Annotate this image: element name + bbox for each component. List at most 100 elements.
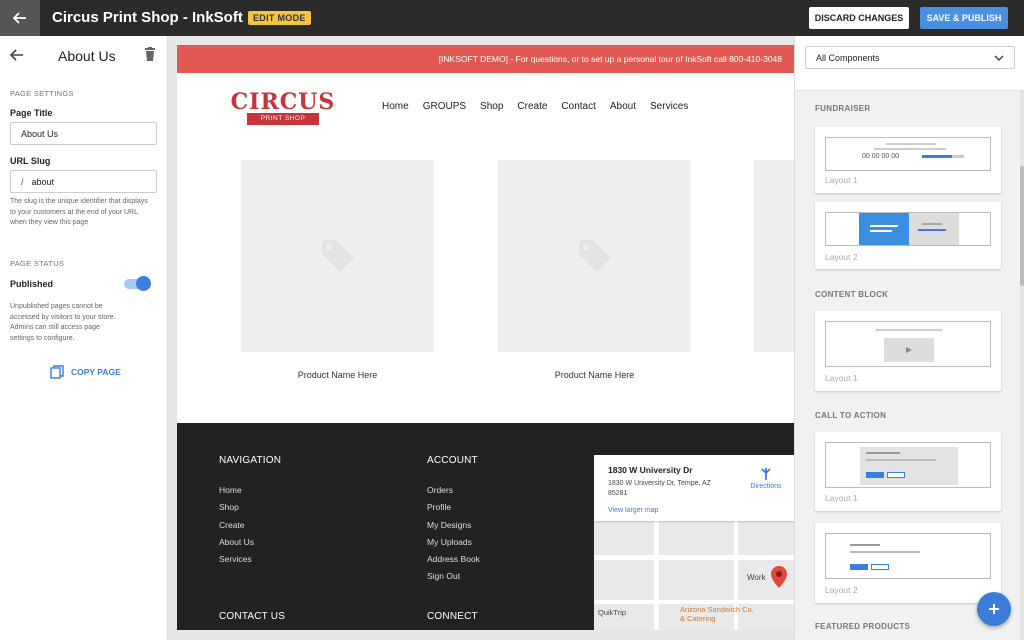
copy-page-button[interactable]: COPY PAGE [50,365,121,379]
demo-banner-text: [INKSOFT DEMO] - For questions, or to se… [438,54,782,64]
product-name[interactable]: Product Name Here [241,370,434,380]
published-toggle[interactable] [124,276,151,291]
nav-contact[interactable]: Contact [561,101,595,112]
footer-navigation-list: Home Shop Create About Us Services [219,485,254,571]
store-nav: Home GROUPS Shop Create Contact About Se… [382,101,688,112]
footer-account-heading: ACCOUNT [427,455,478,466]
directions-label: Directions [750,483,782,490]
component-layout-label: Layout 1 [825,373,858,383]
edit-mode-badge: EDIT MODE [248,11,311,25]
tag-icon [321,240,354,272]
countdown-text: 00 00 00 00 [862,153,899,160]
embedded-map[interactable]: 1830 W University Dr 1830 W University D… [594,455,794,630]
component-card[interactable]: 00 00 00 00 Layout 1 [815,127,1001,193]
map-pin-icon [771,566,787,588]
components-select-value: All Components [816,52,880,63]
copy-icon [50,365,64,379]
component-layout-label: Layout 1 [825,493,858,503]
page-settings-panel: About Us PAGE SETTINGS Page Title About … [0,36,168,640]
map-road [654,521,659,630]
product-name[interactable]: Product Name Here [498,370,691,380]
category-heading: FUNDRAISER [815,104,871,113]
footer-link[interactable]: Services [219,554,254,571]
product-image-placeholder[interactable] [498,160,691,352]
play-icon [906,347,912,353]
nav-home[interactable]: Home [382,101,409,112]
component-card[interactable]: Layout 1 [815,311,1001,391]
component-layout-label: Layout 1 [825,175,858,185]
component-thumbnail [825,533,991,579]
nav-about[interactable]: About [610,101,636,112]
footer-link[interactable]: My Uploads [427,537,480,554]
url-slug-value: about [31,176,55,187]
arrow-left-icon [13,12,26,24]
add-component-button[interactable] [977,592,1011,626]
footer-link[interactable]: Sign Out [427,571,480,588]
page-preview-canvas: [INKSOFT DEMO] - For questions, or to se… [177,45,794,630]
footer-link[interactable]: Create [219,520,254,537]
view-larger-map-link[interactable]: View larger map [608,507,658,514]
category-heading: FEATURED PRODUCTS [815,622,911,631]
map-directions-link[interactable]: Directions [746,467,786,490]
footer-link[interactable]: Orders [427,485,480,502]
components-panel: All Components FUNDRAISER 00 00 00 00 La… [794,36,1024,640]
page-status-label: PAGE STATUS [10,259,65,268]
footer-link[interactable]: My Designs [427,520,480,537]
nav-create[interactable]: Create [517,101,547,112]
map-label-sandwich: Arizona Sandwich Co. & Catering [680,605,754,623]
save-publish-button[interactable]: SAVE & PUBLISH [920,7,1008,29]
scrollbar-thumb[interactable] [1020,166,1024,286]
footer-connect-heading: CONNECT [427,611,478,622]
page-settings-label: PAGE SETTINGS [10,89,74,98]
component-layout-label: Layout 2 [825,585,858,595]
map-info-card: 1830 W University Dr 1830 W University D… [594,455,794,521]
footer-navigation-heading: NAVIGATION [219,455,282,466]
footer-account-list: Orders Profile My Designs My Uploads Add… [427,485,480,589]
component-layout-label: Layout 2 [825,252,858,262]
component-thumbnail [825,321,991,367]
page-title-input[interactable]: About Us [10,122,157,145]
components-scrollbar[interactable] [1020,91,1024,640]
arrow-left-icon[interactable] [10,48,24,62]
component-thumbnail [825,442,991,488]
map-road [594,555,794,560]
url-slug-input[interactable]: / about [10,170,157,193]
footer-link[interactable]: Profile [427,502,480,519]
map-label-quiktrip: QuikTrip [598,608,627,617]
store-footer: NAVIGATION Home Shop Create About Us Ser… [177,423,794,630]
store-logo[interactable]: CIRCUS PRINT SHOP [227,89,339,127]
toggle-knob [136,276,151,291]
discard-changes-button[interactable]: DISCARD CHANGES [809,7,909,29]
map-label-work: Work [747,573,766,582]
component-thumbnail: 00 00 00 00 [825,137,991,171]
product-image-placeholder[interactable] [754,160,794,352]
nav-services[interactable]: Services [650,101,688,112]
footer-contact-heading: CONTACT US [219,611,286,622]
directions-icon [761,468,771,480]
footer-link[interactable]: Address Book [427,554,480,571]
chevron-down-icon [994,55,1004,61]
component-card[interactable]: Layout 1 [815,432,1001,511]
components-select[interactable]: All Components [805,46,1015,69]
trash-icon[interactable] [144,47,156,61]
published-label: Published [10,279,54,289]
demo-banner: [INKSOFT DEMO] - For questions, or to se… [177,45,794,73]
footer-link[interactable]: About Us [219,537,254,554]
footer-link[interactable]: Shop [219,502,254,519]
footer-link[interactable]: Home [219,485,254,502]
logo-word: CIRCUS [230,89,336,115]
page-title-label: Page Title [10,108,53,118]
component-card[interactable]: Layout 2 [815,202,1001,269]
nav-shop[interactable]: Shop [480,101,503,112]
top-bar: Circus Print Shop - InkSoft Demo EDIT MO… [0,0,1024,36]
panel-title: About Us [58,48,116,64]
map-road [594,600,794,604]
map-address-title: 1830 W University Dr [608,465,693,475]
url-slug-label: URL Slug [10,156,51,166]
nav-groups[interactable]: GROUPS [423,101,466,112]
component-card[interactable]: Layout 2 [815,523,1001,603]
back-button[interactable] [0,0,40,36]
product-image-placeholder[interactable] [241,160,434,352]
slug-prefix: / [21,176,24,187]
category-heading: CONTENT BLOCK [815,290,889,299]
